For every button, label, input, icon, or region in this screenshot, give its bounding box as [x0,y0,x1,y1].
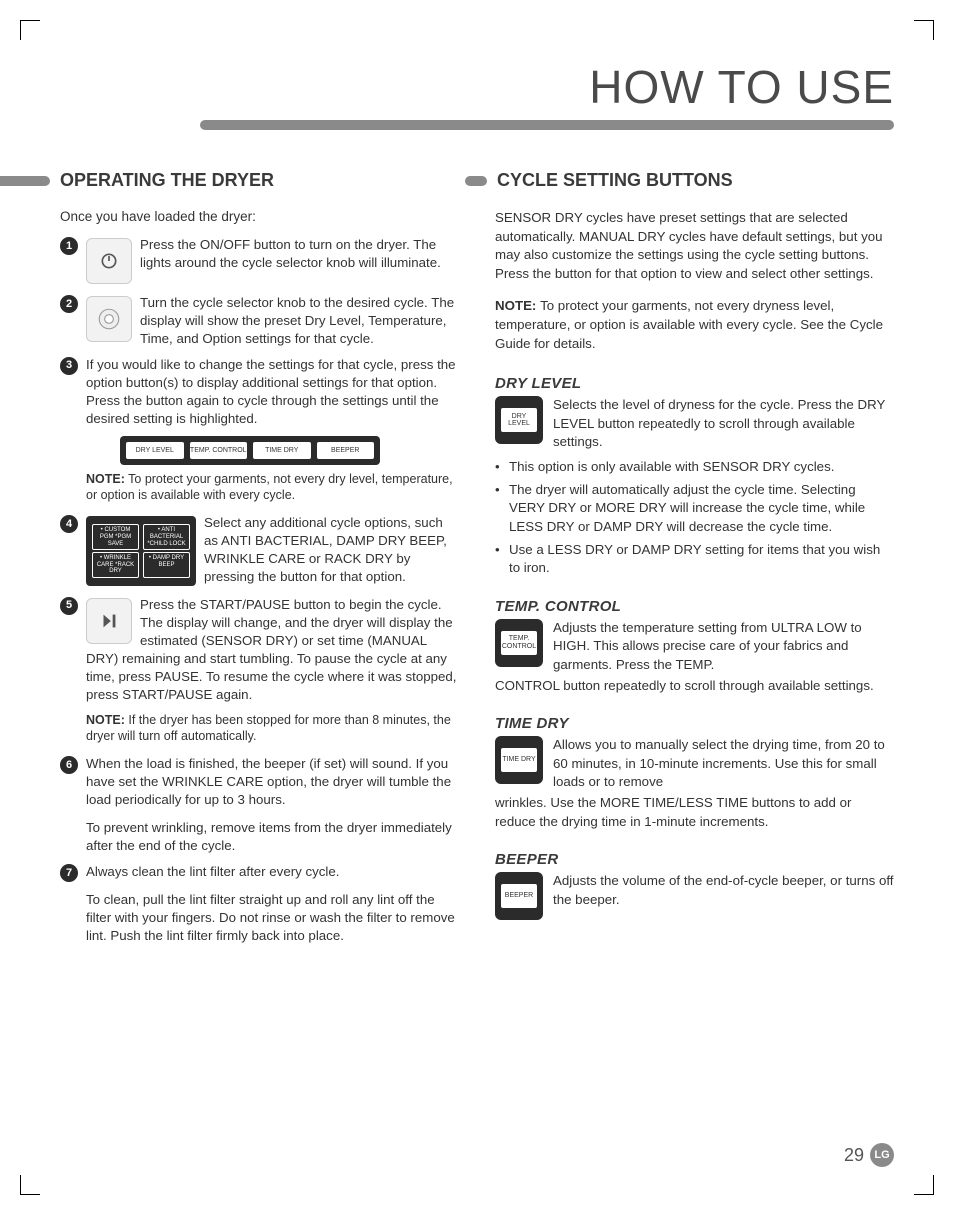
list-item: The dryer will automatically adjust the … [495,481,894,537]
beeper-button: BEEPER [317,442,375,459]
step-3: 3 If you would like to change the settin… [60,356,459,428]
list-item: Use a LESS DRY or DAMP DRY setting for i… [495,541,894,578]
step-lead: Press the START/PAUSE button to begin th… [140,597,408,612]
list-item: This option is only available with SENSO… [495,458,894,477]
knob-icon [86,296,132,342]
step-lead: Turn the cycle selector knob to the desi… [140,295,394,310]
dry-level-desc: Selects the level of dryness for the cyc… [553,396,894,452]
step-6: 6 When the load is finished, the beeper … [60,755,459,855]
lg-logo-icon: LG [870,1143,894,1167]
step-lead: When the load is finished, the beeper (i… [86,756,324,771]
note-step5: NOTE: If the dryer has been stopped for … [86,712,459,746]
dry-level-section: DRY LEVEL DRY LEVEL Selects the level of… [495,375,894,577]
cycle-note: NOTE: To protect your garments, not ever… [495,297,894,353]
step-number: 5 [60,597,78,615]
note-step3: NOTE: NOTE: To protect your garments, no… [86,471,459,505]
post-step7: To clean, pull the lint filter straight … [86,891,459,945]
options-panel-icon: • CUSTOM PGM *PGM SAVE• ANTI BACTERIAL *… [86,516,196,586]
heading-dash-icon [465,176,487,186]
time-dry-section: TIME DRY TIME DRY Allows you to manually… [495,715,894,831]
step-lead: If you would like to change the settings [86,357,318,372]
cycle-setting-heading: CYCLE SETTING BUTTONS [497,170,733,191]
temp-control-cont: CONTROL button repeatedly to scroll thro… [495,677,894,696]
step-number: 6 [60,756,78,774]
temp-control-button-icon: TEMP. CONTROL [495,619,543,667]
temp-control-title: TEMP. CONTROL [495,598,894,615]
heading-dash-icon [0,176,50,186]
step-number: 3 [60,357,78,375]
beeper-title: BEEPER [495,851,894,868]
page-title: HOW TO USE [589,61,894,113]
right-column: CYCLE SETTING BUTTONS SENSOR DRY cycles … [495,170,894,953]
temp-control-button: TEMP. CONTROL [190,442,248,459]
beeper-desc: Adjusts the volume of the end-of-cycle b… [553,872,894,920]
page-number: 29 [844,1145,864,1166]
dry-level-button: DRY LEVEL [126,442,184,459]
beeper-button-icon: BEEPER [495,872,543,920]
time-dry-button-icon: TIME DRY [495,736,543,784]
time-dry-desc: Allows you to manually select the drying… [553,736,894,792]
page-header: HOW TO USE [60,60,894,114]
step-5: 5 Press the START/PAUSE button to begin … [60,596,459,704]
step-1: 1 Press the ON/OFF button to turn on the… [60,236,459,286]
step-number: 1 [60,237,78,255]
time-dry-title: TIME DRY [495,715,894,732]
step-cont: cycle. The display will change, and the … [86,597,457,702]
power-icon [86,238,132,284]
play-pause-icon [86,598,132,644]
operating-heading: OPERATING THE DRYER [60,170,274,191]
temp-control-desc: Adjusts the temperature setting from ULT… [553,619,894,675]
step-number: 7 [60,864,78,882]
step-lead: Press the ON/OFF button to turn on the [140,237,377,252]
header-bar [200,120,894,130]
dry-level-bullets: This option is only available with SENSO… [495,458,894,578]
post-step6: To prevent wrinkling, remove items from … [86,819,459,855]
step-cont: Select any additional cycle options, suc… [204,515,447,584]
left-column: OPERATING THE DRYER Once you have loaded… [60,170,459,953]
time-dry-cont: wrinkles. Use the MORE TIME/LESS TIME bu… [495,794,894,831]
step-4: 4 • CUSTOM PGM *PGM SAVE• ANTI BACTERIAL… [60,514,459,588]
step-2: 2 Turn the cycle selector knob to the de… [60,294,459,348]
temp-control-section: TEMP. CONTROL TEMP. CONTROL Adjusts the … [495,598,894,695]
step-7: 7 Always clean the lint filter after eve… [60,863,459,945]
dry-level-title: DRY LEVEL [495,375,894,392]
dry-level-button-icon: DRY LEVEL [495,396,543,444]
time-dry-button: TIME DRY [253,442,311,459]
step-number: 2 [60,295,78,313]
step-lead: Always clean the lint filter after every… [86,864,339,879]
step-number: 4 [60,515,78,533]
option-button-row: DRY LEVEL TEMP. CONTROL TIME DRY BEEPER [120,436,380,465]
cycle-intro: SENSOR DRY cycles have preset settings t… [495,209,894,283]
beeper-section: BEEPER BEEPER Adjusts the volume of the … [495,851,894,920]
page-footer: 29 LG [844,1143,894,1167]
intro-text: Once you have loaded the dryer: [60,209,459,224]
